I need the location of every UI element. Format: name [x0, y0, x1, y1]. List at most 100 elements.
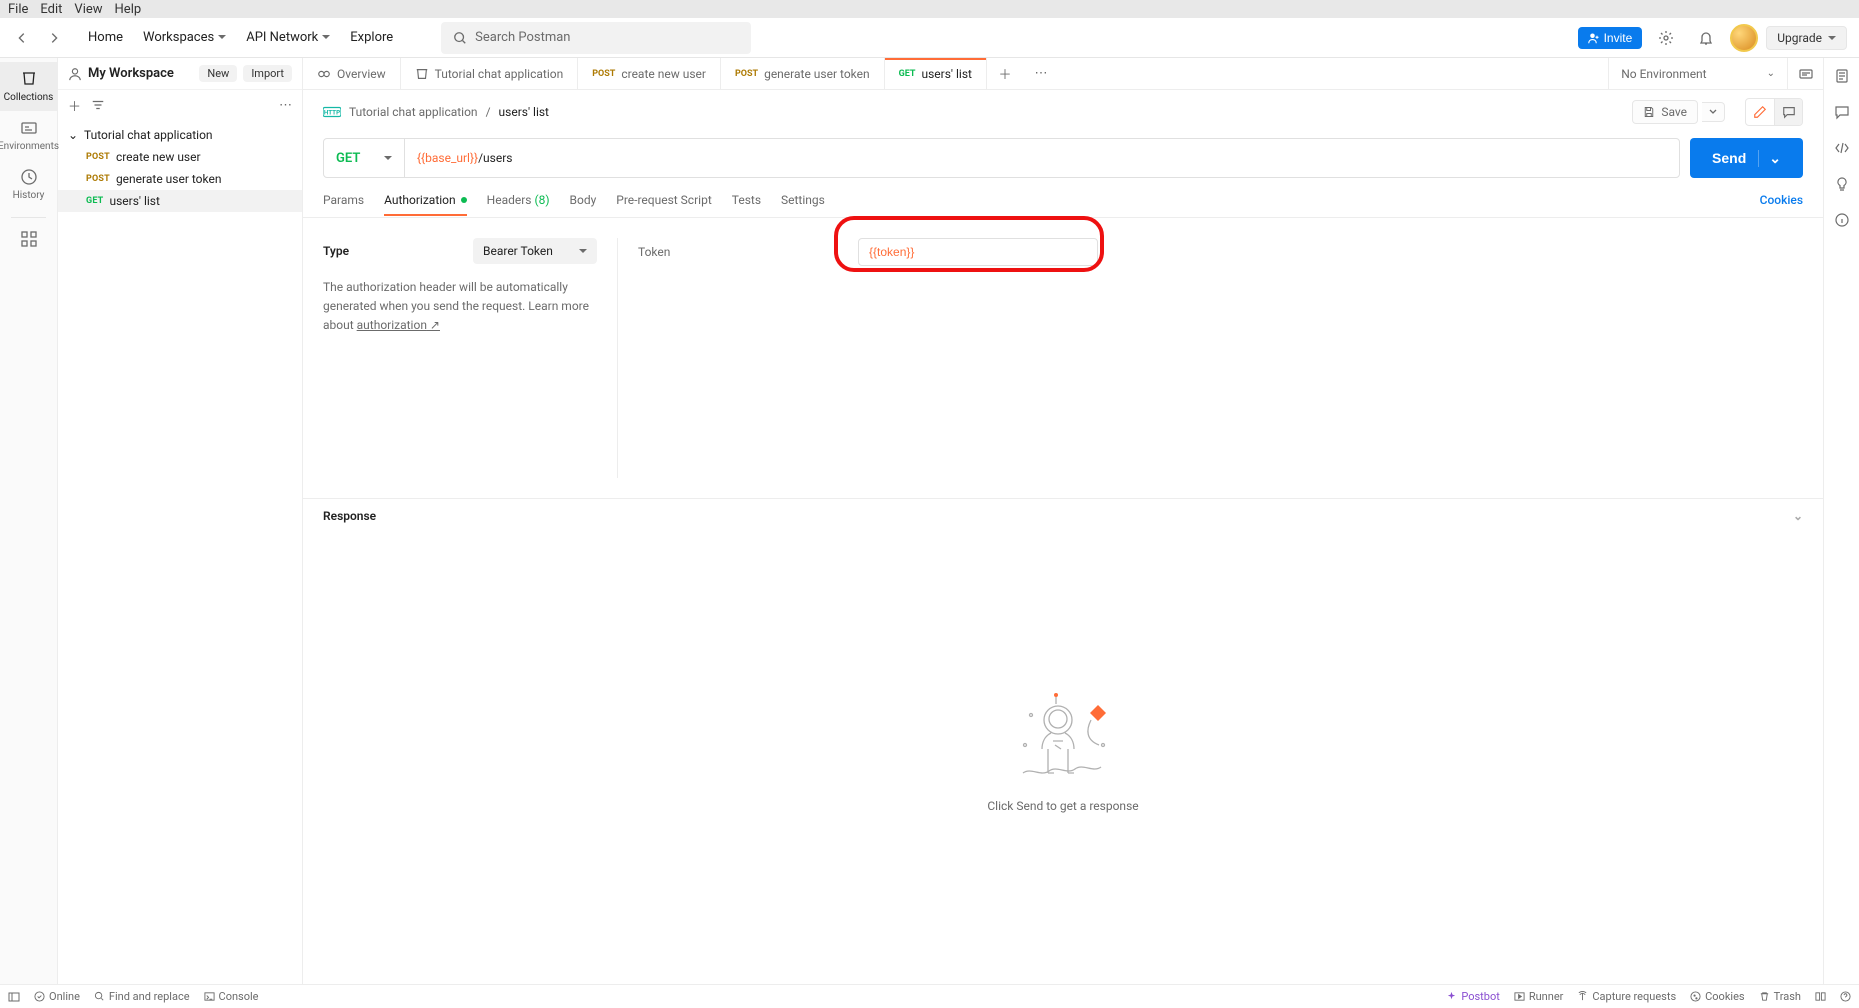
rail-environments[interactable]: Environments — [0, 111, 57, 160]
status-runner[interactable]: Runner — [1514, 990, 1564, 1003]
tab-prerequest[interactable]: Pre-request Script — [616, 193, 711, 207]
configure-rail-icon[interactable] — [20, 230, 38, 248]
edit-button[interactable] — [1746, 99, 1774, 125]
invite-button[interactable]: Invite — [1578, 27, 1643, 49]
tab-tests[interactable]: Tests — [732, 193, 761, 207]
collection-folder[interactable]: ⌄ Tutorial chat application — [58, 124, 302, 146]
search-icon — [94, 991, 105, 1002]
arrow-right-icon — [47, 31, 61, 45]
status-cookies[interactable]: Cookies — [1690, 990, 1744, 1003]
comments-button[interactable] — [1774, 99, 1802, 125]
lightbulb-icon[interactable] — [1834, 176, 1850, 192]
chevron-down-icon — [1708, 107, 1718, 117]
panel-icon — [8, 991, 20, 1003]
trash-icon — [1759, 991, 1770, 1002]
menu-view[interactable]: View — [74, 2, 102, 17]
nav-forward-button[interactable] — [40, 24, 68, 52]
antenna-icon — [1577, 991, 1588, 1002]
breadcrumb-current: users' list — [499, 105, 549, 119]
status-online[interactable]: Online — [34, 990, 80, 1003]
auth-learn-more-link[interactable]: authorization ↗ — [357, 318, 440, 332]
import-button[interactable]: Import — [243, 65, 292, 82]
global-search[interactable]: Search Postman — [441, 22, 751, 54]
url-input[interactable]: {{base_url}}/users — [404, 139, 1679, 177]
settings-button[interactable] — [1650, 22, 1682, 54]
tab-authorization[interactable]: Authorization — [384, 193, 467, 207]
check-circle-icon — [34, 991, 45, 1002]
code-icon[interactable] — [1834, 140, 1850, 156]
environment-selector[interactable]: No Environment ⌄ — [1608, 58, 1787, 89]
menu-help[interactable]: Help — [115, 2, 142, 17]
notifications-button[interactable] — [1690, 22, 1722, 54]
tabs-bar: Overview Tutorial chat application POST … — [303, 58, 1823, 90]
status-trash[interactable]: Trash — [1759, 990, 1801, 1003]
menu-edit[interactable]: Edit — [40, 2, 62, 17]
layout-icon — [1815, 991, 1826, 1002]
token-input[interactable] — [858, 238, 1098, 266]
user-avatar[interactable] — [1730, 24, 1758, 52]
save-button[interactable]: Save — [1632, 100, 1698, 124]
save-dropdown[interactable] — [1702, 102, 1725, 122]
docs-icon[interactable] — [1834, 68, 1850, 84]
new-button[interactable]: New — [199, 65, 237, 82]
environment-quicklook-button[interactable] — [1787, 58, 1823, 89]
status-find-replace[interactable]: Find and replace — [94, 990, 190, 1003]
environments-icon — [20, 119, 38, 137]
info-icon[interactable] — [1834, 212, 1850, 228]
send-button[interactable]: Send ⌄ — [1690, 138, 1803, 178]
nav-explore[interactable]: Explore — [342, 24, 401, 51]
sidebar-rail: Collections Environments History — [0, 58, 58, 984]
nav-back-button[interactable] — [8, 24, 36, 52]
search-icon — [453, 31, 467, 45]
request-item-generate-token[interactable]: POST generate user token — [58, 168, 302, 190]
status-bar: Online Find and replace Console Postbot … — [0, 984, 1859, 1008]
play-icon — [1514, 991, 1525, 1002]
breadcrumb-parent[interactable]: Tutorial chat application — [349, 105, 478, 119]
sidebar-toggle[interactable] — [8, 991, 20, 1003]
upgrade-button[interactable]: Upgrade — [1766, 26, 1847, 50]
request-item-create-user[interactable]: POST create new user — [58, 146, 302, 168]
rail-history[interactable]: History — [0, 160, 57, 209]
right-rail — [1823, 58, 1859, 984]
add-collection-button[interactable]: ＋ — [68, 96, 81, 115]
overview-icon — [317, 67, 331, 81]
method-selector[interactable]: GET — [324, 139, 404, 177]
tab-body[interactable]: Body — [570, 193, 597, 207]
tab-generate-token[interactable]: POST generate user token — [721, 58, 885, 89]
filter-icon[interactable] — [91, 98, 105, 112]
tab-settings[interactable]: Settings — [781, 193, 825, 207]
status-postbot[interactable]: Postbot — [1446, 990, 1499, 1003]
menu-file[interactable]: File — [8, 2, 28, 17]
nav-api-network[interactable]: API Network — [238, 24, 338, 51]
status-help[interactable] — [1840, 991, 1851, 1002]
tab-overview[interactable]: Overview — [303, 58, 401, 89]
tab-users-list[interactable]: GET users' list — [885, 58, 987, 89]
rail-collections[interactable]: Collections — [0, 62, 57, 111]
arrow-left-icon — [15, 31, 29, 45]
tab-create-user[interactable]: POST create new user — [578, 58, 721, 89]
nav-workspaces[interactable]: Workspaces — [135, 24, 234, 51]
response-collapse-icon[interactable]: ⌄ — [1793, 509, 1803, 523]
tab-headers[interactable]: Headers (8) — [487, 193, 550, 207]
chevron-down-icon: ⌄ — [68, 128, 78, 142]
status-console[interactable]: Console — [204, 990, 259, 1003]
app-header: Home Workspaces API Network Explore Sear… — [0, 18, 1859, 58]
nav-home[interactable]: Home — [80, 24, 131, 51]
status-layout[interactable] — [1815, 991, 1826, 1002]
gear-icon — [1658, 30, 1674, 46]
new-tab-button[interactable]: ＋ — [987, 58, 1023, 89]
cookies-link[interactable]: Cookies — [1760, 193, 1803, 207]
tabs-more-button[interactable]: ⋯ — [1023, 58, 1059, 89]
collections-panel: My Workspace New Import ＋ ⋯ ⌄ Tutorial c… — [58, 58, 303, 984]
breadcrumb: HTTP Tutorial chat application / users' … — [303, 90, 1823, 134]
request-item-users-list[interactable]: GET users' list — [58, 190, 302, 212]
collection-more-button[interactable]: ⋯ — [279, 98, 292, 113]
tab-collection[interactable]: Tutorial chat application — [401, 58, 579, 89]
auth-panel: Type Bearer Token The authorization head… — [303, 218, 1823, 498]
tab-params[interactable]: Params — [323, 193, 364, 207]
status-dot-icon — [461, 197, 467, 203]
status-capture[interactable]: Capture requests — [1577, 990, 1676, 1003]
history-icon — [20, 168, 38, 186]
auth-type-selector[interactable]: Bearer Token — [473, 238, 597, 264]
comments-icon[interactable] — [1834, 104, 1850, 120]
